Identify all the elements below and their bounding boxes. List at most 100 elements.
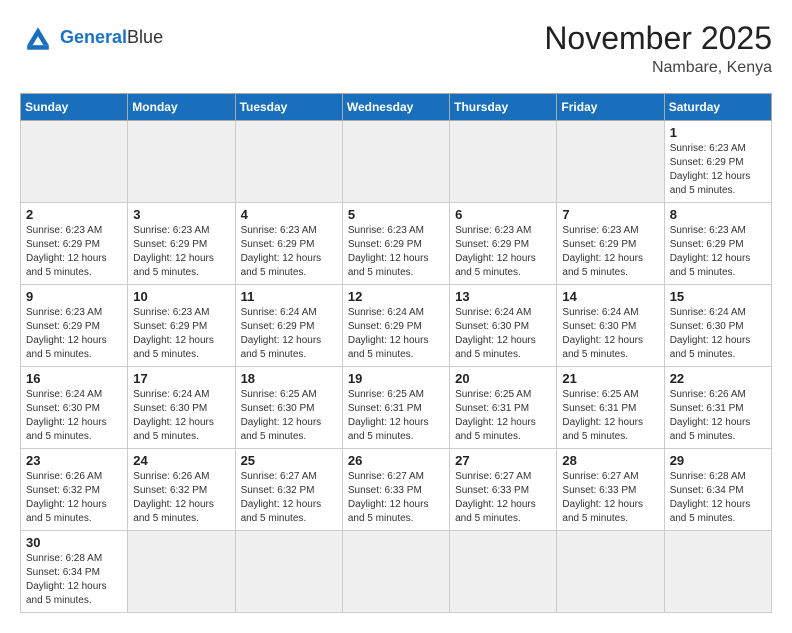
day-info: Sunrise: 6:23 AMSunset: 6:29 PMDaylight:…	[670, 142, 766, 198]
weekday-monday: Monday	[128, 94, 235, 121]
calendar-cell: 10 Sunrise: 6:23 AMSunset: 6:29 PMDayligh…	[128, 285, 235, 367]
calendar-cell: 21Sunrise: 6:25 AMSunset: 6:31 PMDayligh…	[557, 367, 664, 449]
logo-text: GeneralBlue	[60, 28, 163, 48]
calendar-subtitle: Nambare, Kenya	[544, 59, 772, 77]
calendar-cell: 23 Sunrise: 6:26 AMSunset: 6:32 PMDayligh…	[21, 449, 128, 531]
calendar-cell	[235, 121, 342, 203]
calendar-cell: 2 Sunrise: 6:23 AMSunset: 6:29 PMDaylight…	[21, 203, 128, 285]
calendar-cell	[450, 121, 557, 203]
title-block: November 2025 Nambare, Kenya	[544, 20, 772, 77]
calendar-cell	[342, 121, 449, 203]
day-number: 25	[241, 453, 337, 468]
day-info: Sunrise: 6:25 AMSunset: 6:31 PMDaylight:…	[455, 388, 551, 444]
day-info: Sunrise: 6:28 AMSunset: 6:34 PMDaylight:…	[26, 552, 122, 608]
calendar-cell	[450, 531, 557, 613]
calendar-cell	[128, 531, 235, 613]
calendar-cell: 12 Sunrise: 6:24 AMSunset: 6:29 PMDayligh…	[342, 285, 449, 367]
day-info: Sunrise: 6:23 AMSunset: 6:29 PMDaylight:…	[348, 224, 444, 280]
calendar-cell	[21, 121, 128, 203]
day-number: 7	[562, 207, 658, 222]
day-info: Sunrise: 6:28 AMSunset: 6:34 PMDaylight:…	[670, 470, 766, 526]
day-info: Sunrise: 6:23 AMSunset: 6:29 PMDaylight:…	[26, 224, 122, 280]
day-number: 2	[26, 207, 122, 222]
weekday-tuesday: Tuesday	[235, 94, 342, 121]
day-info: Sunrise: 6:24 AMSunset: 6:30 PMDaylight:…	[455, 306, 551, 362]
day-number: 28	[562, 453, 658, 468]
logo-icon	[20, 20, 56, 56]
day-info: Sunrise: 6:24 AMSunset: 6:30 PMDaylight:…	[670, 306, 766, 362]
calendar-cell	[664, 531, 771, 613]
calendar-cell: 28Sunrise: 6:27 AMSunset: 6:33 PMDayligh…	[557, 449, 664, 531]
calendar-cell: 27 Sunrise: 6:27 AMSunset: 6:33 PMDayligh…	[450, 449, 557, 531]
day-info: Sunrise: 6:23 AMSunset: 6:29 PMDaylight:…	[670, 224, 766, 280]
day-number: 10	[133, 289, 229, 304]
day-info: Sunrise: 6:23 AMSunset: 6:29 PMDaylight:…	[133, 224, 229, 280]
day-info: Sunrise: 6:27 AMSunset: 6:32 PMDaylight:…	[241, 470, 337, 526]
day-number: 19	[348, 371, 444, 386]
day-info: Sunrise: 6:24 AMSunset: 6:30 PMDaylight:…	[562, 306, 658, 362]
day-info: Sunrise: 6:23 AMSunset: 6:29 PMDaylight:…	[562, 224, 658, 280]
calendar-body: 1Sunrise: 6:23 AMSunset: 6:29 PMDaylight…	[21, 121, 772, 613]
calendar-cell: 20 Sunrise: 6:25 AMSunset: 6:31 PMDayligh…	[450, 367, 557, 449]
day-number: 13	[455, 289, 551, 304]
day-number: 8	[670, 207, 766, 222]
day-number: 18	[241, 371, 337, 386]
day-number: 12	[348, 289, 444, 304]
calendar-cell: 19 Sunrise: 6:25 AMSunset: 6:31 PMDayligh…	[342, 367, 449, 449]
day-info: Sunrise: 6:26 AMSunset: 6:32 PMDaylight:…	[26, 470, 122, 526]
day-number: 23	[26, 453, 122, 468]
page-header: GeneralBlue November 2025 Nambare, Kenya	[20, 20, 772, 77]
calendar-cell: 13 Sunrise: 6:24 AMSunset: 6:30 PMDayligh…	[450, 285, 557, 367]
day-number: 5	[348, 207, 444, 222]
weekday-thursday: Thursday	[450, 94, 557, 121]
day-info: Sunrise: 6:23 AMSunset: 6:29 PMDaylight:…	[26, 306, 122, 362]
calendar-cell: 17 Sunrise: 6:24 AMSunset: 6:30 PMDayligh…	[128, 367, 235, 449]
day-number: 9	[26, 289, 122, 304]
calendar-cell: 3 Sunrise: 6:23 AMSunset: 6:29 PMDaylight…	[128, 203, 235, 285]
day-info: Sunrise: 6:23 AMSunset: 6:29 PMDaylight:…	[455, 224, 551, 280]
calendar-cell	[235, 531, 342, 613]
calendar-week-2: 2 Sunrise: 6:23 AMSunset: 6:29 PMDaylight…	[21, 203, 772, 285]
calendar-table: SundayMondayTuesdayWednesdayThursdayFrid…	[20, 93, 772, 613]
day-number: 3	[133, 207, 229, 222]
logo: GeneralBlue	[20, 20, 163, 56]
calendar-cell: 8 Sunrise: 6:23 AMSunset: 6:29 PMDaylight…	[664, 203, 771, 285]
day-info: Sunrise: 6:24 AMSunset: 6:29 PMDaylight:…	[241, 306, 337, 362]
calendar-cell: 18 Sunrise: 6:25 AMSunset: 6:30 PMDayligh…	[235, 367, 342, 449]
day-number: 27	[455, 453, 551, 468]
calendar-cell: 5 Sunrise: 6:23 AMSunset: 6:29 PMDaylight…	[342, 203, 449, 285]
calendar-week-5: 23 Sunrise: 6:26 AMSunset: 6:32 PMDayligh…	[21, 449, 772, 531]
day-number: 15	[670, 289, 766, 304]
calendar-cell	[128, 121, 235, 203]
calendar-cell: 30Sunrise: 6:28 AMSunset: 6:34 PMDayligh…	[21, 531, 128, 613]
calendar-cell	[557, 121, 664, 203]
day-number: 6	[455, 207, 551, 222]
calendar-cell: 11Sunrise: 6:24 AMSunset: 6:29 PMDayligh…	[235, 285, 342, 367]
calendar-cell: 9 Sunrise: 6:23 AMSunset: 6:29 PMDaylight…	[21, 285, 128, 367]
day-info: Sunrise: 6:27 AMSunset: 6:33 PMDaylight:…	[455, 470, 551, 526]
day-info: Sunrise: 6:23 AMSunset: 6:29 PMDaylight:…	[133, 306, 229, 362]
day-info: Sunrise: 6:25 AMSunset: 6:31 PMDaylight:…	[348, 388, 444, 444]
calendar-cell: 4Sunrise: 6:23 AMSunset: 6:29 PMDaylight…	[235, 203, 342, 285]
calendar-cell: 29Sunrise: 6:28 AMSunset: 6:34 PMDayligh…	[664, 449, 771, 531]
day-info: Sunrise: 6:23 AMSunset: 6:29 PMDaylight:…	[241, 224, 337, 280]
weekday-header-row: SundayMondayTuesdayWednesdayThursdayFrid…	[21, 94, 772, 121]
weekday-friday: Friday	[557, 94, 664, 121]
day-number: 24	[133, 453, 229, 468]
calendar-cell: 22Sunrise: 6:26 AMSunset: 6:31 PMDayligh…	[664, 367, 771, 449]
day-info: Sunrise: 6:26 AMSunset: 6:31 PMDaylight:…	[670, 388, 766, 444]
calendar-week-1: 1Sunrise: 6:23 AMSunset: 6:29 PMDaylight…	[21, 121, 772, 203]
day-info: Sunrise: 6:25 AMSunset: 6:30 PMDaylight:…	[241, 388, 337, 444]
day-info: Sunrise: 6:24 AMSunset: 6:30 PMDaylight:…	[26, 388, 122, 444]
weekday-saturday: Saturday	[664, 94, 771, 121]
calendar-cell: 6 Sunrise: 6:23 AMSunset: 6:29 PMDaylight…	[450, 203, 557, 285]
day-info: Sunrise: 6:24 AMSunset: 6:30 PMDaylight:…	[133, 388, 229, 444]
day-info: Sunrise: 6:26 AMSunset: 6:32 PMDaylight:…	[133, 470, 229, 526]
calendar-title: November 2025	[544, 20, 772, 57]
day-number: 26	[348, 453, 444, 468]
day-number: 21	[562, 371, 658, 386]
day-info: Sunrise: 6:24 AMSunset: 6:29 PMDaylight:…	[348, 306, 444, 362]
day-number: 16	[26, 371, 122, 386]
day-number: 20	[455, 371, 551, 386]
day-number: 17	[133, 371, 229, 386]
